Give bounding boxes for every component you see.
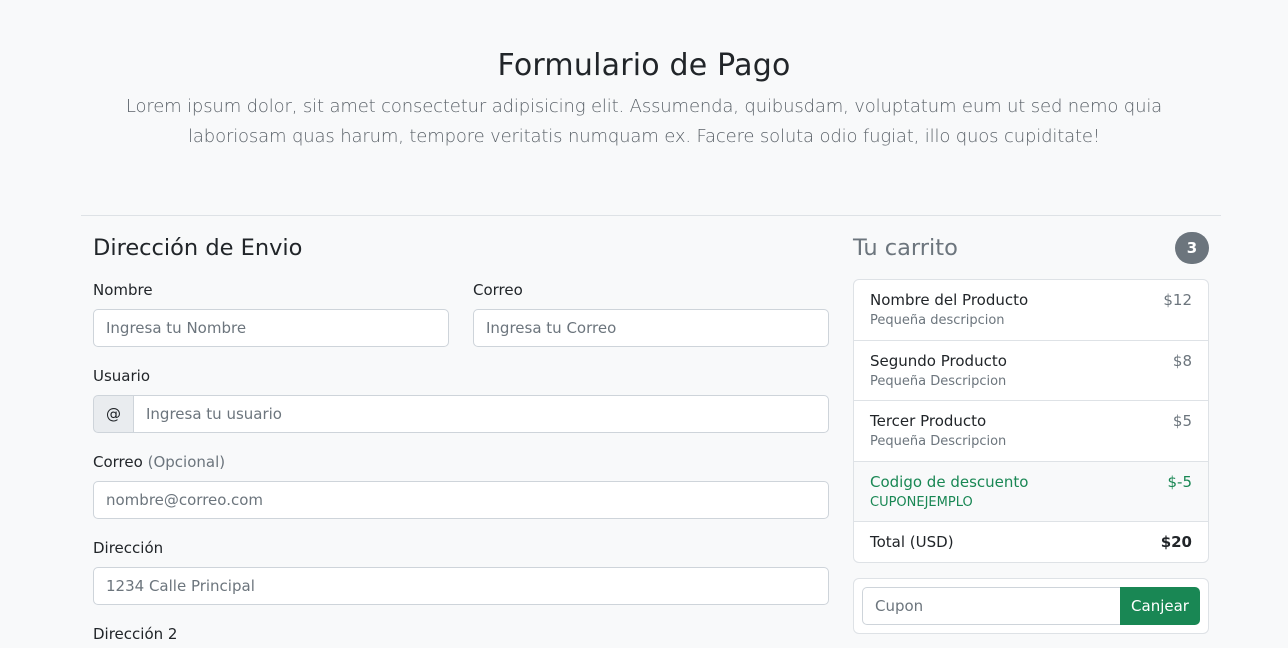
correo-placeholder: Ingresa tu Correo bbox=[486, 319, 617, 337]
cart-item: Tercer Producto Pequeña Descripcion $5 bbox=[854, 401, 1208, 462]
direccion2-group: Dirección 2 bbox=[93, 623, 829, 645]
item-name: Segundo Producto bbox=[870, 351, 1007, 370]
total-value: $20 bbox=[1160, 533, 1192, 551]
usuario-label: Usuario bbox=[93, 367, 151, 385]
usuario-placeholder: Ingresa tu usuario bbox=[146, 405, 282, 423]
discount-amount: $-5 bbox=[1167, 472, 1193, 491]
item-desc: Pequeña descripcion bbox=[870, 313, 1005, 328]
form-heading: Dirección de Envio bbox=[93, 235, 303, 261]
direccion-group: Dirección 1234 Calle Principal bbox=[93, 537, 829, 605]
item-desc: Pequeña Descripcion bbox=[870, 373, 1007, 389]
at-sign-addon: @ bbox=[93, 395, 133, 433]
correo-opcional-placeholder: nombre@correo.com bbox=[106, 491, 263, 509]
cart-panel: Tu carrito 3 Nombre del Producto Pequeña… bbox=[853, 230, 1209, 634]
total-row: Total (USD) $20 bbox=[854, 522, 1208, 562]
usuario-group: Usuario @ Ingresa tu usuario bbox=[93, 365, 829, 433]
nombre-group: Nombre Ingresa tu Nombre bbox=[93, 279, 449, 347]
item-price: $5 bbox=[1172, 412, 1192, 430]
correo-label: Correo bbox=[473, 281, 523, 299]
direccion-input[interactable]: 1234 Calle Principal bbox=[93, 567, 829, 605]
discount-row: Codigo de descuento CUPONEJEMPLO $-5 bbox=[854, 461, 1208, 522]
divider bbox=[81, 215, 1221, 216]
correo-opcional-group: Correo (Opcional) nombre@correo.com bbox=[93, 451, 829, 519]
item-price: $12 bbox=[1163, 291, 1192, 309]
correo-opcional-label: Correo (Opcional) bbox=[93, 451, 829, 473]
discount-code: CUPONEJEMPLO bbox=[870, 494, 973, 510]
discount-name: Codigo de descuento bbox=[870, 472, 1029, 491]
nombre-label: Nombre bbox=[93, 281, 153, 299]
cart-count-badge: 3 bbox=[1175, 232, 1209, 264]
optional-note: (Opcional) bbox=[147, 453, 226, 471]
coupon-input[interactable]: Cupon bbox=[862, 587, 1120, 625]
correo-opcional-input[interactable]: nombre@correo.com bbox=[93, 481, 829, 519]
direccion-label: Dirección bbox=[93, 539, 164, 557]
item-desc: Pequeña Descripcion bbox=[870, 434, 1007, 449]
usuario-input[interactable]: Ingresa tu usuario bbox=[133, 395, 829, 433]
total-label: Total (USD) bbox=[870, 533, 954, 551]
page-title: Formulario de Pago bbox=[497, 48, 791, 83]
direccion-placeholder: 1234 Calle Principal bbox=[106, 577, 255, 595]
direccion2-label: Dirección 2 bbox=[93, 625, 178, 643]
cart-header: Tu carrito 3 bbox=[853, 230, 1209, 266]
correo-opcional-label-text: Correo bbox=[93, 453, 143, 471]
item-name: Nombre del Producto bbox=[870, 291, 1029, 309]
coupon-placeholder: Cupon bbox=[875, 597, 924, 615]
nombre-placeholder: Ingresa tu Nombre bbox=[106, 319, 247, 337]
cart-heading: Tu carrito bbox=[853, 235, 958, 261]
page-header: Formulario de Pago Lorem ipsum dolor, si… bbox=[80, 44, 1208, 152]
checkout-page: Formulario de Pago Lorem ipsum dolor, si… bbox=[0, 0, 1288, 648]
correo-input[interactable]: Ingresa tu Correo bbox=[473, 309, 829, 347]
nombre-input[interactable]: Ingresa tu Nombre bbox=[93, 309, 449, 347]
correo-group: Correo Ingresa tu Correo bbox=[473, 279, 829, 347]
cart-list: Nombre del Producto Pequeña descripcion … bbox=[853, 279, 1209, 563]
cart-item: Nombre del Producto Pequeña descripcion … bbox=[854, 280, 1208, 341]
cart-item: Segundo Producto Pequeña Descripcion $8 bbox=[854, 341, 1208, 401]
page-lead: Lorem ipsum dolor, sit amet consectetur … bbox=[125, 96, 1163, 147]
item-name: Tercer Producto bbox=[870, 412, 987, 430]
shipping-form: Dirección de Envio Nombre Ingresa tu Nom… bbox=[93, 230, 829, 643]
redeem-button[interactable]: Canjear bbox=[1120, 587, 1200, 625]
usuario-input-group: @ Ingresa tu usuario bbox=[93, 395, 829, 433]
coupon-form: Cupon Canjear bbox=[853, 578, 1209, 634]
item-price: $8 bbox=[1172, 351, 1192, 370]
